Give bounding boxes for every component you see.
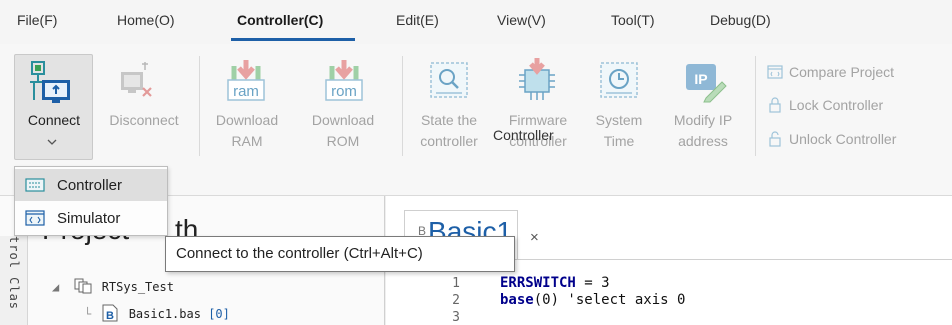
menu-bar: File(F) Home(O) Controller(C) Edit(E) Vi… — [0, 0, 952, 44]
line-number: 1 — [452, 276, 460, 291]
menu-debug[interactable]: Debug(D) — [710, 12, 771, 28]
download-ram-line1: Download — [215, 112, 279, 128]
download-ram-icon: ram — [227, 60, 265, 101]
state-controller-button[interactable]: State the controller — [410, 110, 488, 152]
menu-controller[interactable]: Controller(C) — [237, 12, 323, 28]
connect-label: Connect — [27, 112, 81, 128]
download-rom-line2: ROM — [326, 133, 360, 149]
active-menu-indicator — [231, 38, 355, 41]
modify-ip-line1: Modify IP — [673, 112, 733, 128]
ip-edit-icon: IP — [686, 64, 727, 103]
ribbon-separator — [199, 56, 200, 156]
ram-icon-text: ram — [233, 83, 259, 100]
ribbon-group-label: Controller — [493, 127, 554, 143]
lock-controller-button[interactable]: Lock Controller — [767, 97, 883, 113]
simulator-icon — [25, 210, 45, 226]
chevron-down-icon[interactable] — [47, 138, 57, 146]
menu-item-controller[interactable]: Controller — [15, 169, 167, 201]
compare-project-label: Compare Project — [789, 64, 895, 80]
lock-icon — [769, 97, 781, 113]
project-root-name: RTSys_Test — [101, 280, 174, 294]
expand-arrow-icon[interactable]: ◢ — [52, 280, 59, 294]
download-rom-button[interactable]: Download ROM — [300, 110, 386, 152]
download-rom-line1: Download — [311, 112, 375, 128]
project-folder-icon — [74, 278, 92, 294]
lock-controller-label: Lock Controller — [789, 97, 884, 113]
ribbon-separator — [755, 56, 756, 156]
svg-text:B: B — [106, 310, 114, 322]
line-number: 3 — [452, 310, 460, 325]
code-keyword: base — [500, 292, 534, 308]
rom-icon-text: rom — [331, 83, 357, 100]
disconnect-icon — [121, 62, 152, 97]
menu-item-simulator-label: Simulator — [57, 209, 121, 227]
modify-ip-line2: address — [678, 133, 728, 149]
system-time-line2: Time — [603, 133, 635, 149]
connect-icon — [30, 61, 70, 103]
controller-state-icon — [430, 62, 468, 98]
state-line2: controller — [420, 133, 478, 149]
system-time-line1: System — [595, 112, 643, 128]
state-line1: State the — [420, 112, 478, 128]
modify-ip-button[interactable]: Modify IP address — [658, 110, 748, 152]
tree-connector: └ — [84, 307, 92, 321]
tree-root-row[interactable]: ◢ RTSys_Test — [52, 278, 174, 294]
code-line[interactable]: base(0) 'select axis 0 — [500, 292, 685, 308]
download-ram-button[interactable]: Download RAM — [205, 110, 289, 152]
file-name: Basic1.bas — [128, 307, 201, 321]
connect-dropdown-menu: Controller Simulator — [14, 166, 168, 236]
menu-tool[interactable]: Tool(T) — [611, 12, 655, 28]
system-time-button[interactable]: System Time — [590, 110, 648, 152]
unlock-controller-button[interactable]: Unlock Controller — [767, 131, 896, 147]
side-tab-label: trol Clas — [7, 236, 21, 311]
disconnect-label: Disconnect — [109, 112, 179, 128]
connect-tooltip: Connect to the controller (Ctrl+Alt+C) — [165, 236, 515, 272]
compare-project-button[interactable]: Compare Project — [767, 64, 894, 80]
connect-label-wrap: Connect — [16, 110, 92, 131]
menu-item-simulator[interactable]: Simulator — [15, 202, 167, 234]
menu-edit[interactable]: Edit(E) — [396, 12, 439, 28]
firmware-chip-icon — [519, 58, 555, 100]
file-index: [0] — [208, 307, 230, 321]
tab-close-icon[interactable]: × — [530, 229, 539, 246]
code-text: = 3 — [575, 275, 610, 291]
compare-icon — [767, 65, 783, 79]
controller-icon — [25, 178, 45, 192]
basic-file-icon: B — [102, 304, 118, 322]
ip-icon-text: IP — [694, 71, 707, 87]
menu-item-controller-label: Controller — [57, 176, 123, 194]
code-line[interactable]: ERRSWITCH = 3 — [500, 275, 610, 291]
unlock-controller-label: Unlock Controller — [789, 131, 897, 147]
code-keyword: ERRSWITCH — [500, 275, 576, 291]
menu-home[interactable]: Home(O) — [117, 12, 175, 28]
unlock-icon — [769, 131, 781, 147]
tree-file-row[interactable]: └ B Basic1.bas [0] — [84, 304, 230, 322]
download-ram-line2: RAM — [231, 133, 263, 149]
clock-icon — [600, 62, 638, 98]
ribbon-separator — [402, 56, 403, 156]
disconnect-button[interactable]: Disconnect — [95, 110, 193, 131]
code-text: (0) 'select axis 0 — [533, 292, 686, 308]
menu-file[interactable]: File(F) — [17, 12, 57, 28]
download-rom-icon: rom — [325, 60, 363, 101]
line-number: 2 — [452, 293, 460, 308]
menu-view[interactable]: View(V) — [497, 12, 546, 28]
